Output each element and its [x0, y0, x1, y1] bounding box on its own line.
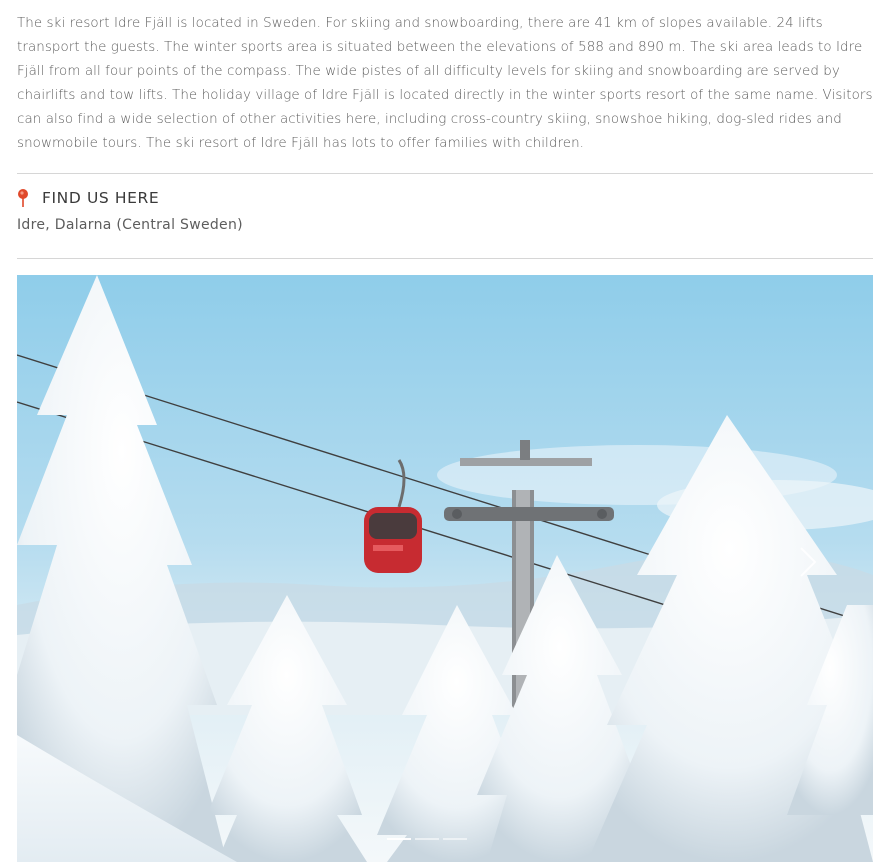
divider — [17, 173, 873, 174]
chevron-right-icon[interactable] — [798, 545, 818, 579]
gondola-lift-snowy-trees-image — [17, 275, 873, 862]
slider-dot[interactable] — [387, 838, 411, 840]
map-pin-icon — [17, 188, 29, 208]
resort-description: The ski resort Idre Fjäll is located in … — [17, 16, 873, 151]
find-us-header: FIND US HERE — [17, 186, 159, 210]
slider-pagination — [387, 838, 467, 840]
divider — [17, 258, 873, 259]
find-us-heading: FIND US HERE — [42, 189, 160, 207]
resort-address: Idre, Dalarna (Central Sweden) — [17, 217, 243, 233]
slider-dot[interactable] — [415, 838, 439, 840]
resort-info-section: The ski resort Idre Fjäll is located in … — [17, 0, 873, 259]
image-slider[interactable] — [17, 275, 873, 862]
slider-dot[interactable] — [443, 838, 467, 840]
